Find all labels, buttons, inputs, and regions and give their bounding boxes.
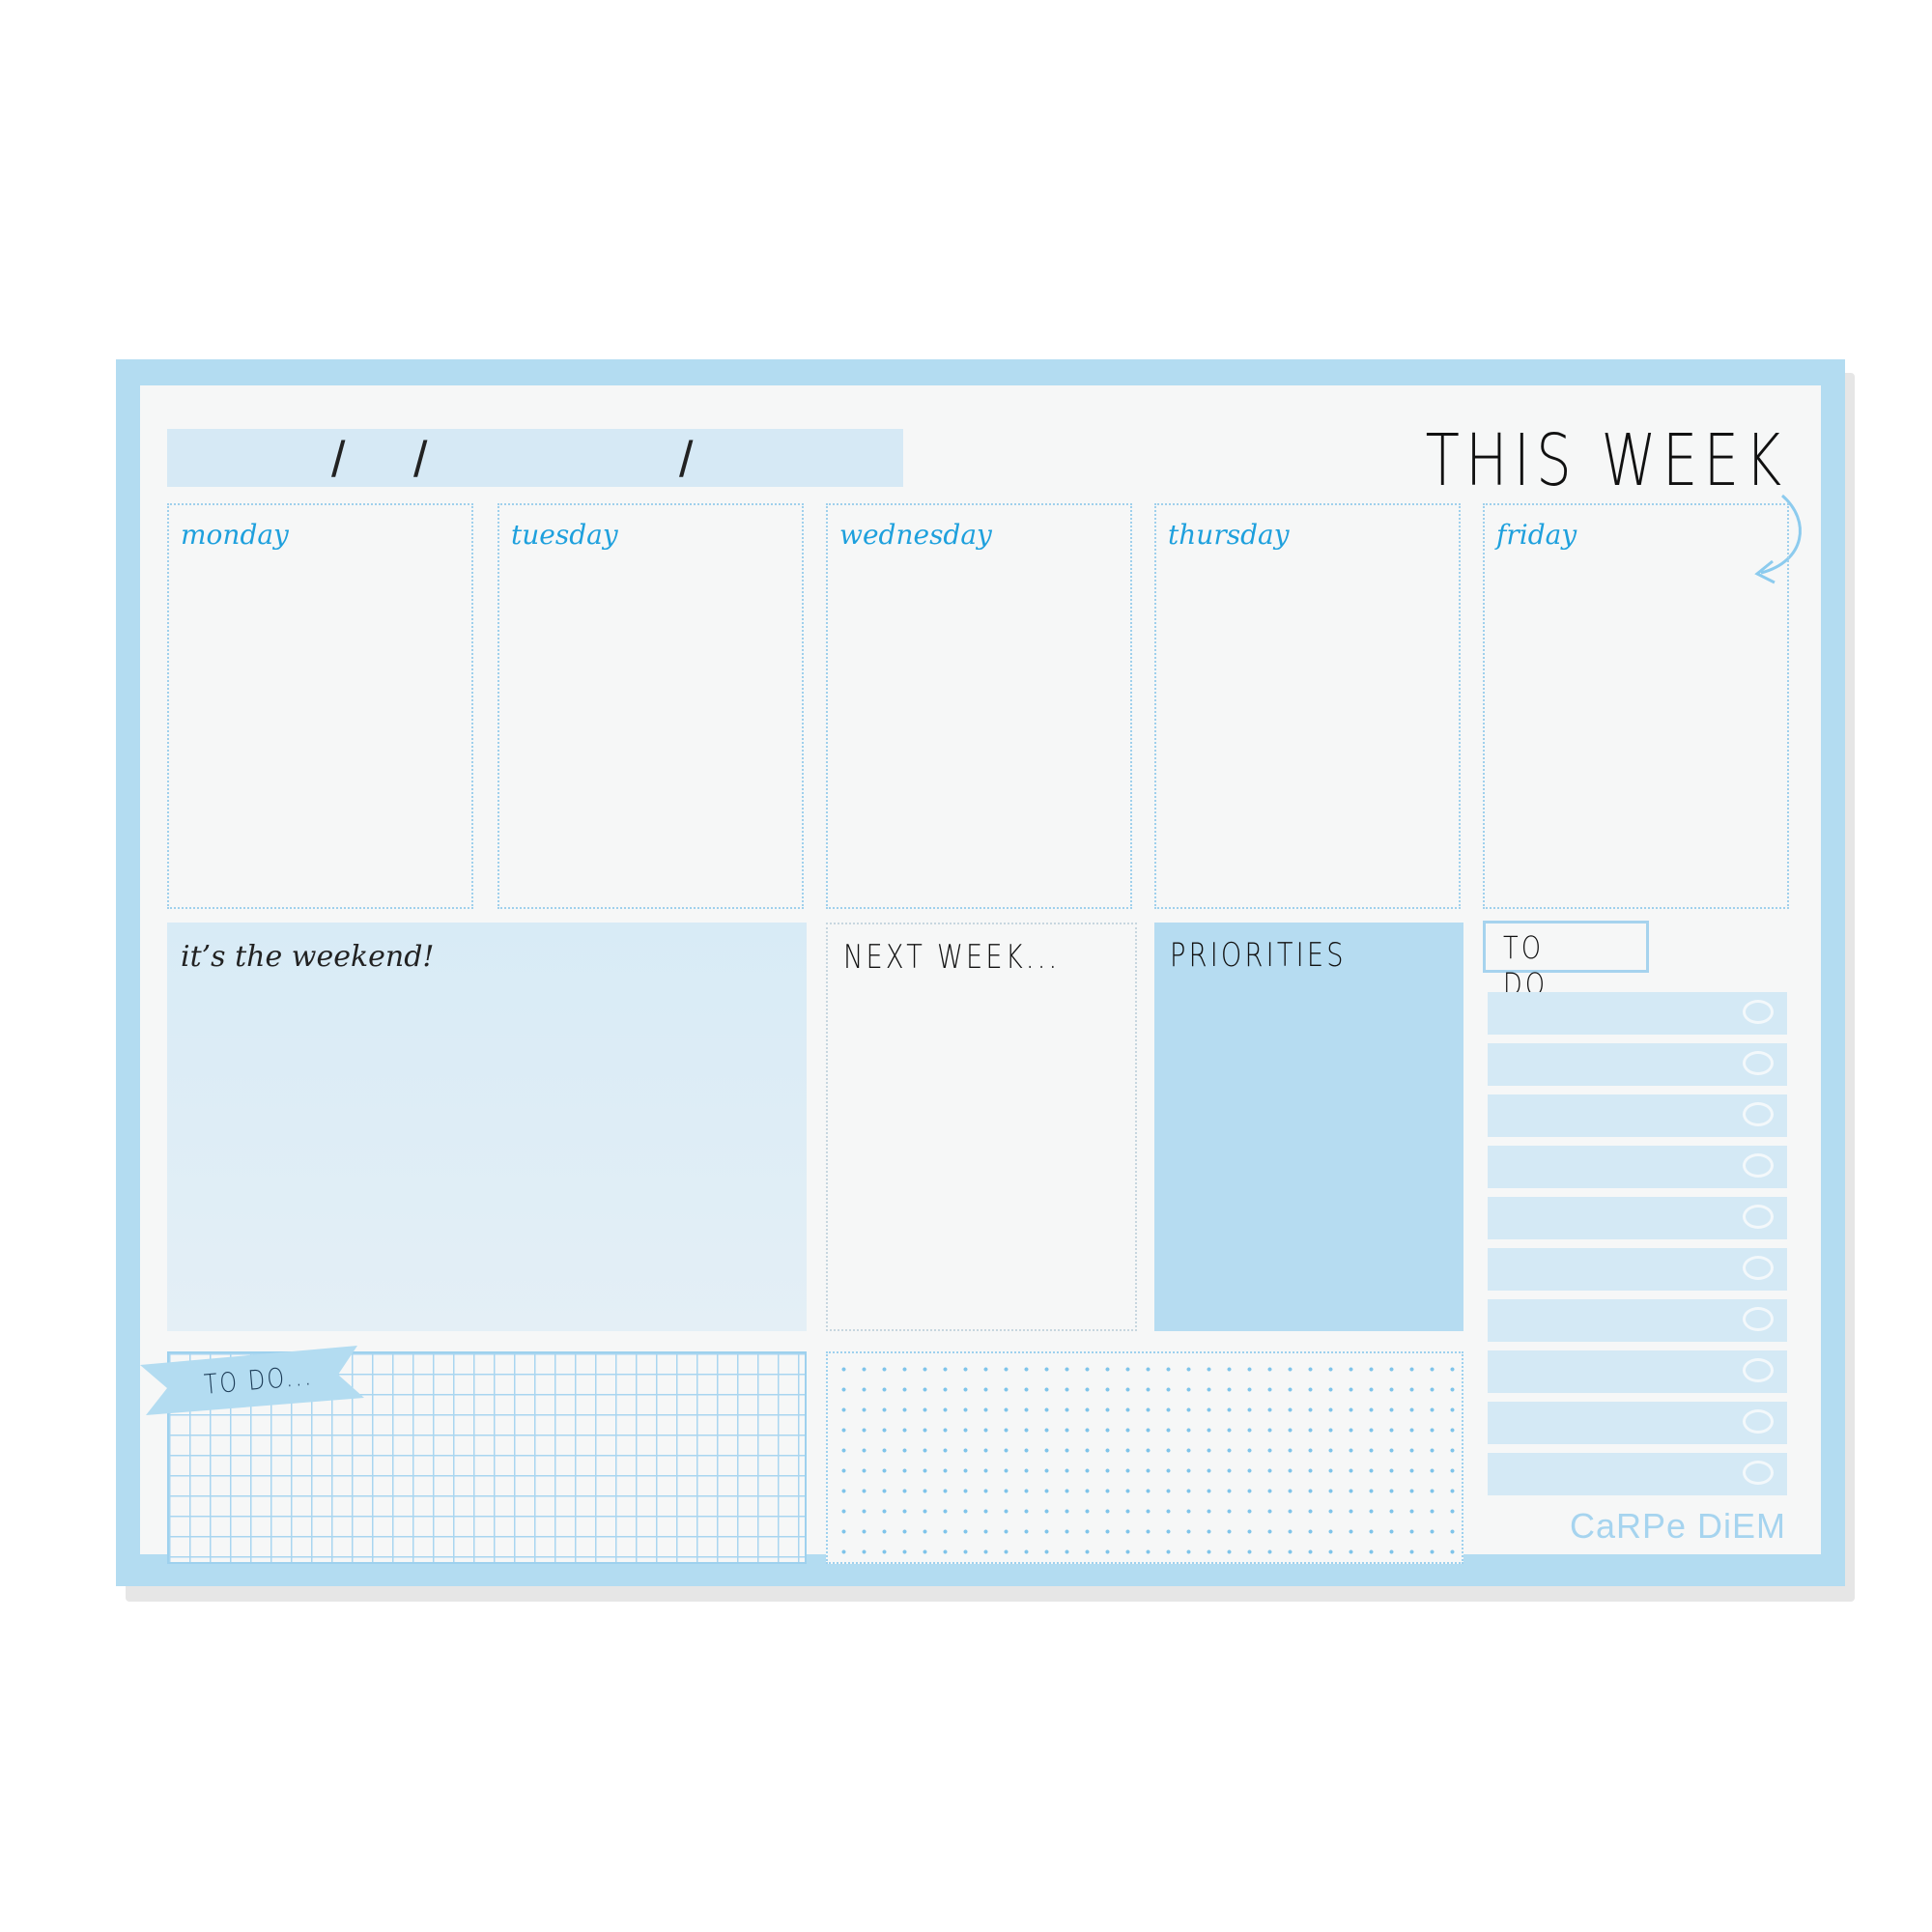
next-week-label: NEXT WEEK... [843, 938, 1061, 977]
date-field[interactable]: / / / [167, 429, 903, 488]
day-box-monday[interactable]: monday [167, 503, 473, 909]
weekend-label: it’s the weekend! [181, 940, 435, 974]
brand-logo: CaRPe DiEM [1570, 1506, 1787, 1546]
date-slash: / [679, 432, 694, 488]
checkbox-circle-icon[interactable] [1743, 1205, 1774, 1229]
day-label: thursday [1168, 519, 1290, 551]
priorities-box[interactable]: PRIORITIES [1154, 923, 1463, 1331]
checkbox-circle-icon[interactable] [1743, 1256, 1774, 1280]
checkbox-circle-icon[interactable] [1743, 1102, 1774, 1126]
day-box-friday[interactable]: friday [1483, 503, 1789, 909]
todo-row[interactable] [1488, 1094, 1787, 1137]
weekend-box[interactable]: it’s the weekend! [167, 923, 807, 1331]
page-title: THIS WEEK [1425, 419, 1787, 502]
checkbox-circle-icon[interactable] [1743, 1000, 1774, 1024]
day-box-wednesday[interactable]: wednesday [826, 503, 1132, 909]
todo-row[interactable] [1488, 1402, 1787, 1444]
date-slash: / [413, 432, 428, 488]
checkbox-circle-icon[interactable] [1743, 1409, 1774, 1434]
todo-row[interactable] [1488, 992, 1787, 1035]
dot-grid-box[interactable] [826, 1351, 1463, 1564]
todo-row[interactable] [1488, 1146, 1787, 1188]
todo-row[interactable] [1488, 1350, 1787, 1393]
todo-row[interactable] [1488, 1248, 1787, 1291]
planner-sheet: / / / THIS WEEK monday tuesday wednesday… [140, 385, 1821, 1564]
todo-list [1488, 992, 1787, 1504]
checkbox-circle-icon[interactable] [1743, 1051, 1774, 1075]
day-label: friday [1496, 519, 1577, 551]
day-box-thursday[interactable]: thursday [1154, 503, 1461, 909]
todo-row[interactable] [1488, 1453, 1787, 1495]
next-week-box[interactable]: NEXT WEEK... [826, 923, 1137, 1331]
checkbox-circle-icon[interactable] [1743, 1307, 1774, 1331]
todo-row[interactable] [1488, 1197, 1787, 1239]
todo-row[interactable] [1488, 1043, 1787, 1086]
todo-tag: TO DO... [1483, 921, 1649, 1003]
day-box-tuesday[interactable]: tuesday [497, 503, 804, 909]
todo-row[interactable] [1488, 1299, 1787, 1342]
weekly-planner-notepad: / / / THIS WEEK monday tuesday wednesday… [116, 359, 1845, 1586]
day-label: tuesday [511, 519, 618, 551]
checkbox-circle-icon[interactable] [1743, 1461, 1774, 1485]
date-slash: / [331, 432, 346, 488]
checkbox-circle-icon[interactable] [1743, 1358, 1774, 1382]
priorities-label: PRIORITIES [1170, 936, 1347, 975]
day-label: monday [181, 519, 289, 551]
day-label: wednesday [839, 519, 992, 551]
checkbox-circle-icon[interactable] [1743, 1153, 1774, 1178]
